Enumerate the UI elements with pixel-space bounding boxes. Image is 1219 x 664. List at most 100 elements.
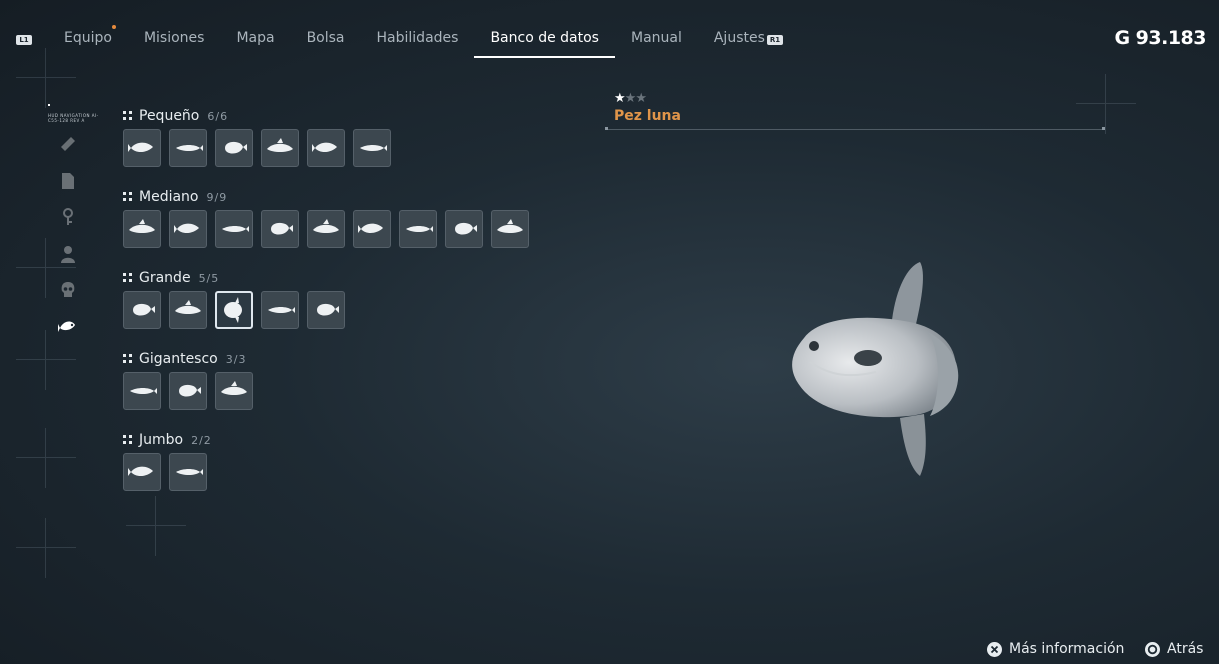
fish-tile[interactable] — [261, 210, 299, 248]
fish-tile[interactable] — [353, 129, 391, 167]
more-info-button[interactable]: Más información — [987, 641, 1124, 657]
fish-tile[interactable] — [169, 129, 207, 167]
fish-silhouette-icon — [497, 219, 523, 233]
notification-dot — [111, 25, 116, 29]
category-title: Gigantesco 3/3 — [123, 349, 261, 369]
fish-tile[interactable] — [261, 129, 299, 167]
fish-tile[interactable] — [123, 453, 161, 491]
person-icon[interactable] — [58, 244, 78, 264]
fish-tile[interactable] — [169, 372, 207, 410]
fish-silhouette-icon — [128, 466, 153, 477]
fish-silhouette-icon — [312, 142, 337, 153]
star-icon: ★ — [614, 91, 626, 106]
back-button[interactable]: Atrás — [1145, 641, 1203, 657]
fish-tile[interactable] — [169, 291, 207, 329]
star-icon: ★ — [624, 91, 637, 106]
tab-label: Manual — [630, 30, 682, 46]
fish-silhouette-icon — [358, 223, 383, 234]
fish-tile[interactable] — [215, 291, 253, 329]
tab-mapa[interactable]: Mapa — [220, 24, 290, 56]
fish-silhouette-icon — [129, 219, 155, 233]
fish-tile[interactable] — [307, 210, 345, 248]
category-count: 5/5 — [198, 271, 220, 285]
weapon-icon[interactable] — [58, 134, 78, 154]
category-count: 6/6 — [207, 109, 229, 123]
fish-tile[interactable] — [123, 291, 161, 329]
fish-tile[interactable] — [215, 372, 253, 410]
tab-equipo[interactable]: Equipo — [48, 24, 128, 56]
fish-tile[interactable] — [123, 210, 161, 248]
category-title: Mediano 9/9 — [123, 187, 537, 207]
category-pequeño: Pequeño 6/6 — [123, 106, 399, 167]
tab-banco-de-datos[interactable]: Banco de datos — [474, 24, 615, 58]
grid-dots-icon — [123, 273, 133, 283]
fish-silhouette-icon — [179, 384, 201, 397]
tab-bolsa[interactable]: Bolsa — [291, 24, 361, 56]
fish-tile[interactable] — [353, 210, 391, 248]
rarity-stars: ★★★ — [614, 91, 647, 106]
sunfish-model[interactable] — [780, 258, 965, 480]
category-name: Grande — [139, 270, 191, 286]
grid-crosshair — [16, 48, 76, 108]
skull-icon[interactable] — [58, 280, 78, 300]
tab-label: Mapa — [236, 30, 275, 46]
grid-crosshair — [16, 330, 76, 390]
fish-silhouette-icon — [406, 226, 433, 232]
fish-silhouette-icon — [317, 303, 339, 316]
fish-silhouette-icon — [130, 388, 157, 394]
fish-tile[interactable] — [123, 372, 161, 410]
tab-manual[interactable]: Manual — [615, 24, 698, 56]
fish-tile-row — [123, 453, 215, 491]
fish-silhouette-icon — [128, 142, 153, 153]
category-title: Grande 5/5 — [123, 268, 353, 288]
star-icon: ★ — [635, 91, 647, 106]
divider — [606, 129, 1104, 130]
fish-tile[interactable] — [215, 129, 253, 167]
currency-display: G 93.183 — [1114, 27, 1206, 49]
cross-button-icon — [987, 641, 1002, 657]
grid-crosshair — [16, 518, 76, 578]
tab-label: Misiones — [143, 30, 205, 46]
category-count: 3/3 — [225, 352, 247, 366]
fish-tile[interactable] — [307, 291, 345, 329]
fish-silhouette-icon — [271, 222, 293, 235]
category-name: Jumbo — [139, 432, 184, 448]
fish-silhouette-icon — [360, 145, 387, 151]
r1-button[interactable]: R1 — [767, 35, 783, 45]
fish-silhouette-icon — [268, 307, 295, 313]
fish-tile[interactable] — [169, 210, 207, 248]
divider-end — [1102, 127, 1105, 130]
fish-tile-row — [123, 372, 261, 410]
l1-button[interactable]: L1 — [16, 35, 32, 45]
fish-silhouette-icon — [221, 381, 247, 395]
fish-tile[interactable] — [169, 453, 207, 491]
sidebar-indicator — [48, 104, 50, 106]
fish-tile[interactable] — [215, 210, 253, 248]
category-count: 9/9 — [206, 190, 228, 204]
fish-silhouette-icon — [174, 223, 199, 234]
tab-misiones[interactable]: Misiones — [128, 24, 221, 56]
fish-tile-row — [123, 291, 353, 329]
fish-tile-row — [123, 210, 537, 248]
fish-tile[interactable] — [491, 210, 529, 248]
grid-crosshair — [126, 496, 186, 556]
document-icon[interactable] — [58, 171, 78, 191]
fish-icon[interactable] — [58, 316, 78, 336]
tab-label: Ajustes — [713, 30, 765, 46]
fish-tile[interactable] — [399, 210, 437, 248]
fish-tile[interactable] — [445, 210, 483, 248]
key-icon[interactable] — [58, 207, 78, 227]
divider-end — [605, 127, 608, 130]
tab-label: Bolsa — [306, 30, 345, 46]
tab-label: Equipo — [64, 30, 112, 46]
category-name: Mediano — [139, 189, 199, 205]
tab-habilidades[interactable]: Habilidades — [361, 24, 475, 56]
fish-tile[interactable] — [123, 129, 161, 167]
category-name: Gigantesco — [139, 351, 218, 367]
hud-caption: HUD NAVIGATION AI-C55-128 REV A — [48, 113, 99, 123]
category-name: Pequeño — [139, 108, 200, 124]
fish-tile[interactable] — [307, 129, 345, 167]
fish-tile[interactable] — [261, 291, 299, 329]
grid-dots-icon — [123, 192, 133, 202]
category-jumbo: Jumbo 2/2 — [123, 430, 215, 491]
